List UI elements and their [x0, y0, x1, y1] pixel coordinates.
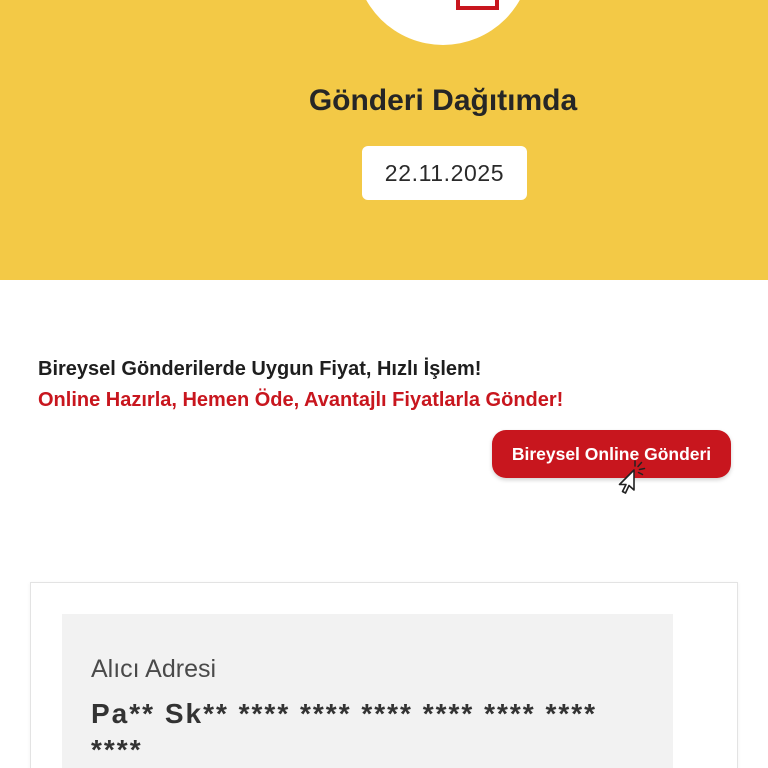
promo-subheadline: Online Hazırla, Hemen Öde, Avantajlı Fiy… — [38, 389, 564, 411]
recipient-address-value: Pa** Sk** **** **** **** **** **** **** … — [91, 698, 598, 765]
status-date: 22.11.2025 — [362, 146, 527, 200]
status-header — [0, 0, 768, 280]
pointer-cursor-icon — [618, 460, 646, 494]
promo-headline: Bireysel Gönderilerde Uygun Fiyat, Hızlı… — [38, 358, 482, 380]
status-title: Gönderi Dağıtımda — [308, 84, 578, 117]
recipient-address-label: Alıcı Adresi — [91, 655, 217, 683]
package-icon — [456, 0, 499, 10]
